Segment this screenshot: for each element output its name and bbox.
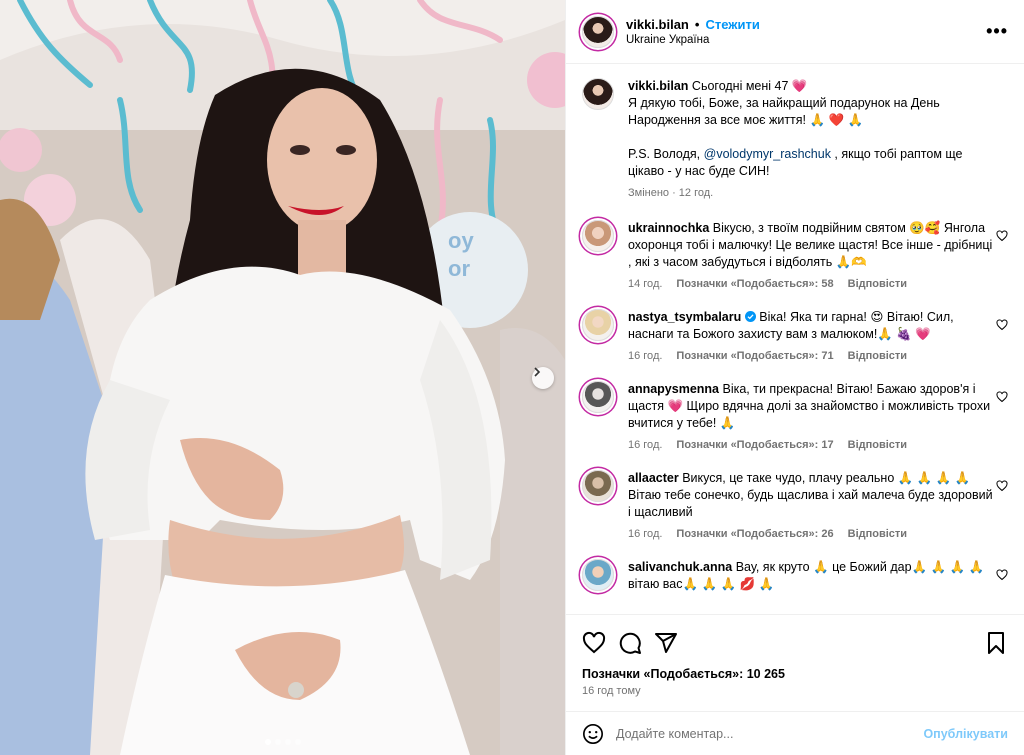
comment-item: ukrainnochka Вікусю, з твоїм подвійним с… bbox=[582, 220, 1008, 293]
instagram-post-view: oy or vikki.bilan • Стежити Ukraine Укра… bbox=[0, 0, 1024, 755]
comment-heart-icon[interactable] bbox=[996, 391, 1008, 403]
commenter-username[interactable]: allaacter bbox=[628, 471, 679, 485]
author-avatar[interactable] bbox=[582, 15, 614, 48]
post-location[interactable]: Ukraine Україна bbox=[626, 34, 760, 46]
separator-dot: • bbox=[694, 17, 700, 32]
comment-heart-icon[interactable] bbox=[996, 230, 1008, 242]
author-meta: vikki.bilan • Стежити Ukraine Україна bbox=[626, 17, 760, 46]
comment-likes[interactable]: Позначки «Подобається»: 26 bbox=[676, 526, 833, 543]
reply-button[interactable]: Відповісти bbox=[848, 276, 907, 293]
comment-time[interactable]: 16 год. bbox=[628, 437, 662, 454]
author-row: vikki.bilan • Стежити bbox=[626, 17, 760, 32]
comment-heart-icon[interactable] bbox=[996, 480, 1008, 492]
commenter-username[interactable]: annapysmenna bbox=[628, 382, 719, 396]
caption-author-avatar[interactable] bbox=[582, 78, 614, 110]
comment-input[interactable] bbox=[616, 726, 924, 741]
post-panel: vikki.bilan • Стежити Ukraine Україна ••… bbox=[565, 0, 1024, 755]
commenter-avatar[interactable] bbox=[582, 470, 614, 502]
svg-text:oy: oy bbox=[448, 228, 474, 253]
emoji-icon[interactable] bbox=[582, 723, 604, 745]
add-comment-bar: Опублікувати bbox=[566, 711, 1024, 755]
follow-button[interactable]: Стежити bbox=[705, 17, 759, 32]
comment-time[interactable]: 16 год. bbox=[628, 348, 662, 365]
comment-heart-icon[interactable] bbox=[996, 569, 1008, 581]
caption-line-3: P.S. Володя, @volodymyr_rashchuk , якщо … bbox=[628, 146, 998, 180]
reply-button[interactable]: Відповісти bbox=[848, 526, 907, 543]
post-time[interactable]: 16 год тому bbox=[582, 685, 1008, 697]
likes-count[interactable]: Позначки «Подобається»: 10 265 bbox=[582, 667, 1008, 681]
carousel-next-button[interactable] bbox=[532, 367, 554, 389]
caption-line-2: Я дякую тобі, Боже, за найкращий подарун… bbox=[628, 96, 940, 127]
caption-username[interactable]: vikki.bilan bbox=[628, 79, 688, 93]
comment-likes[interactable]: Позначки «Подобається»: 58 bbox=[676, 276, 833, 293]
post-actions: Позначки «Подобається»: 10 265 16 год то… bbox=[566, 614, 1024, 697]
post-photo[interactable]: oy or bbox=[0, 0, 565, 755]
commenter-avatar[interactable] bbox=[582, 309, 614, 341]
share-icon[interactable] bbox=[654, 631, 678, 655]
comment-meta: 14 год. Позначки «Подобається»: 58 Відпо… bbox=[628, 276, 998, 293]
comment-item: annapysmenna Віка, ти прекрасна! Вітаю! … bbox=[582, 381, 1008, 454]
commenter-username[interactable]: nastya_tsymbalaru bbox=[628, 310, 741, 324]
comment-icon[interactable] bbox=[618, 631, 642, 655]
caption-body: vikki.bilan Сьогодні мені 47 💗 Я дякую т… bbox=[628, 78, 998, 202]
post-comment-button[interactable]: Опублікувати bbox=[923, 727, 1008, 741]
comment-item: allaacter Викуся, це таке чудо, плачу ре… bbox=[582, 470, 1008, 543]
comment-likes[interactable]: Позначки «Подобається»: 17 bbox=[676, 437, 833, 454]
comment-body: allaacter Викуся, це таке чудо, плачу ре… bbox=[628, 470, 998, 543]
comment-item: salivanchuk.anna Вау, як круто 🙏 це Божи… bbox=[582, 559, 1008, 593]
action-icons bbox=[582, 625, 1008, 661]
comment-meta: 16 год. Позначки «Подобається»: 17 Відпо… bbox=[628, 437, 998, 454]
photo-illustration: oy or bbox=[0, 0, 565, 755]
comment-meta: 16 год. Позначки «Подобається»: 26 Відпо… bbox=[628, 526, 998, 543]
comment-item: nastya_tsymbalaru Віка! Яка ти гарна! 😍 … bbox=[582, 309, 1008, 365]
post-caption: vikki.bilan Сьогодні мені 47 💗 Я дякую т… bbox=[582, 78, 1008, 202]
commenter-username[interactable]: ukrainnochka bbox=[628, 221, 709, 235]
comment-heart-icon[interactable] bbox=[996, 319, 1008, 331]
comment-text: Викуся, це таке чудо, плачу реально 🙏 🙏 … bbox=[628, 471, 993, 519]
comment-time[interactable]: 16 год. bbox=[628, 526, 662, 543]
caption-edited-time: Змінено · 12 год. bbox=[628, 187, 714, 199]
post-header: vikki.bilan • Стежити Ukraine Україна ••… bbox=[566, 0, 1024, 64]
commenter-username[interactable]: salivanchuk.anna bbox=[628, 560, 732, 574]
carousel-dot[interactable] bbox=[294, 739, 301, 745]
carousel-dot[interactable] bbox=[284, 739, 291, 745]
reply-button[interactable]: Відповісти bbox=[848, 437, 907, 454]
mention-link[interactable]: @volodymyr_rashchuk bbox=[704, 147, 831, 161]
comment-time[interactable]: 14 год. bbox=[628, 276, 662, 293]
comment-body: salivanchuk.anna Вау, як круто 🙏 це Божи… bbox=[628, 559, 998, 593]
carousel-dot[interactable] bbox=[274, 739, 281, 745]
comments-list[interactable]: vikki.bilan Сьогодні мені 47 💗 Я дякую т… bbox=[566, 64, 1024, 614]
comment-meta: 16 год. Позначки «Подобається»: 71 Відпо… bbox=[628, 348, 998, 365]
comment-body: annapysmenna Віка, ти прекрасна! Вітаю! … bbox=[628, 381, 998, 454]
chevron-right-icon bbox=[534, 367, 541, 377]
caption-line-1: Сьогодні мені 47 💗 bbox=[688, 79, 808, 93]
reply-button[interactable]: Відповісти bbox=[848, 348, 907, 365]
svg-text:or: or bbox=[448, 256, 470, 281]
more-horizontal-icon[interactable]: ••• bbox=[986, 21, 1008, 42]
comment-body: nastya_tsymbalaru Віка! Яка ти гарна! 😍 … bbox=[628, 309, 998, 365]
commenter-avatar[interactable] bbox=[582, 381, 614, 413]
carousel-dots bbox=[0, 739, 565, 745]
comment-body: ukrainnochka Вікусю, з твоїм подвійним с… bbox=[628, 220, 998, 293]
carousel-dot[interactable] bbox=[264, 739, 271, 745]
comment-likes[interactable]: Позначки «Подобається»: 71 bbox=[676, 348, 833, 365]
author-username[interactable]: vikki.bilan bbox=[626, 17, 689, 32]
commenter-avatar[interactable] bbox=[582, 220, 614, 252]
bookmark-icon[interactable] bbox=[984, 631, 1008, 655]
commenter-avatar[interactable] bbox=[582, 559, 614, 591]
verified-badge-icon bbox=[744, 311, 756, 322]
heart-icon[interactable] bbox=[582, 631, 606, 655]
caption-ps: P.S. Володя, bbox=[628, 147, 704, 161]
caption-edited: Змінено · 12 год. bbox=[628, 185, 998, 202]
